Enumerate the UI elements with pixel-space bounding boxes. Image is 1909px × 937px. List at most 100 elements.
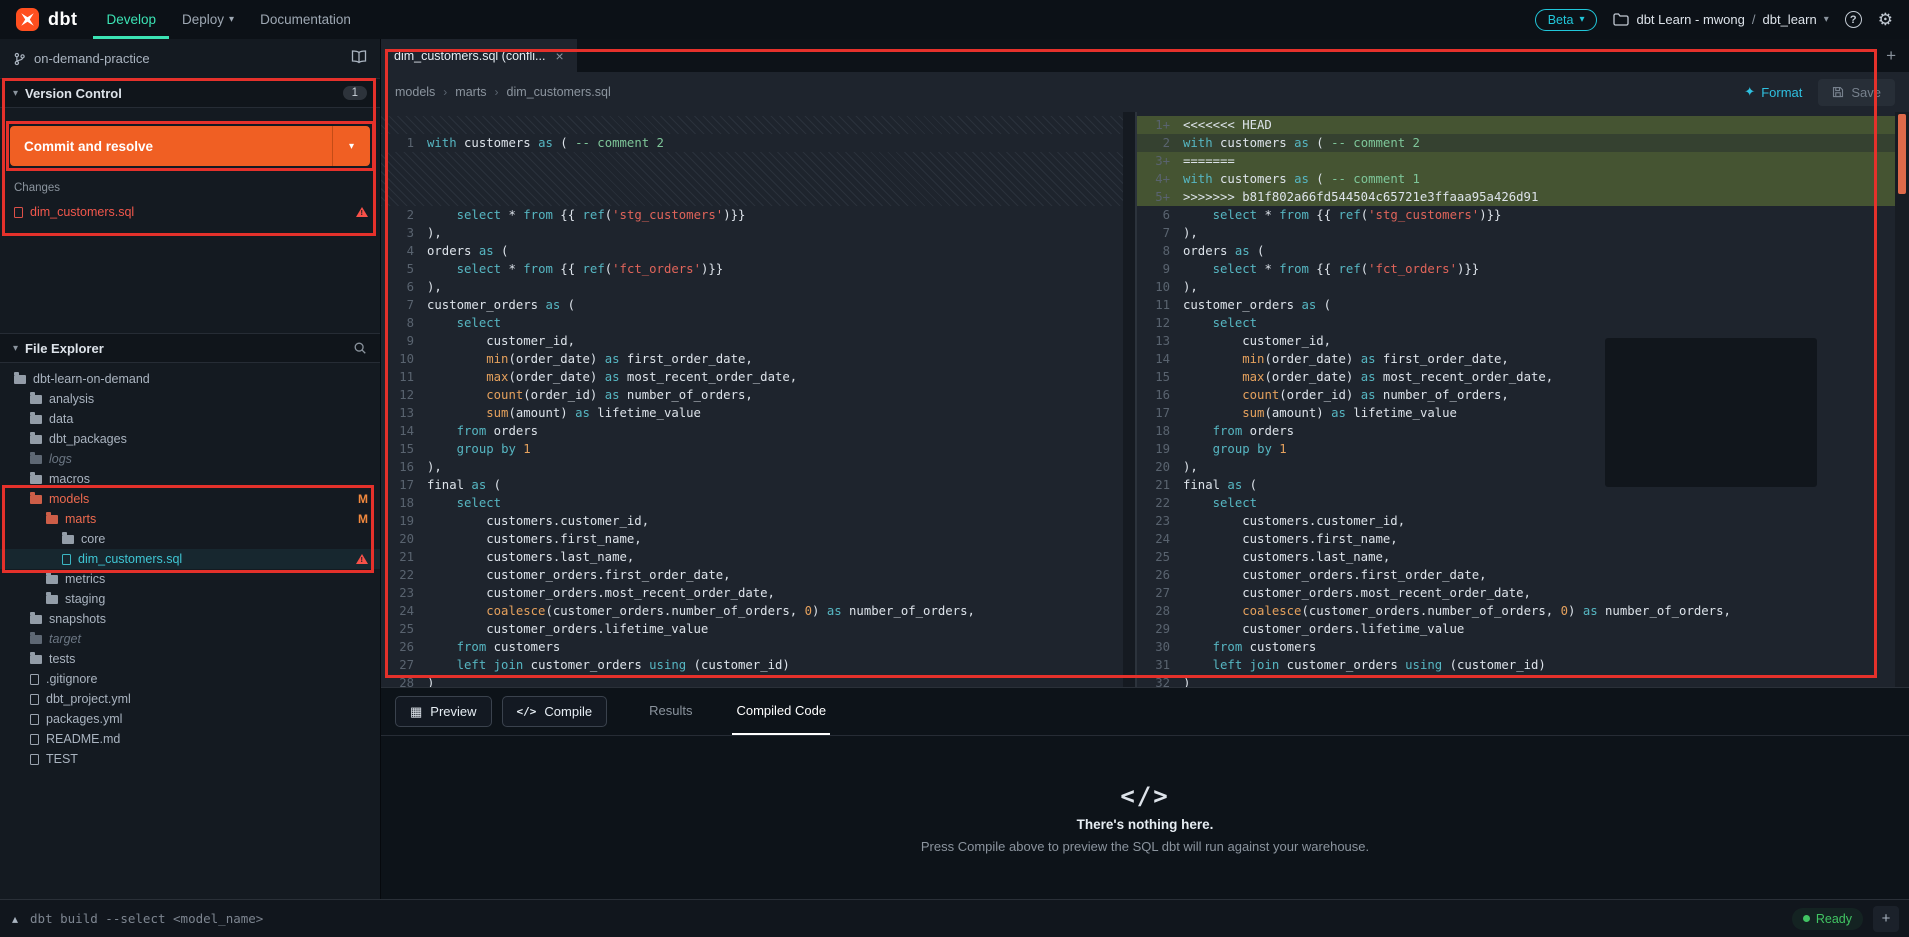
code-line[interactable]: 20), bbox=[1137, 458, 1895, 476]
code-line[interactable]: 3), bbox=[381, 224, 1123, 242]
diff-right-pane[interactable]: 1+ <<<<<<< HEAD 2 with customers as ( -- co… bbox=[1137, 112, 1895, 687]
changed-file-row[interactable]: dim_customers.sql bbox=[0, 201, 380, 223]
code-line[interactable]: 7), bbox=[1137, 224, 1895, 242]
code-line[interactable]: 1 with customers as ( -- comment 2 bbox=[381, 134, 1123, 152]
commit-button-label[interactable]: Commit and resolve bbox=[10, 126, 332, 166]
book-icon[interactable] bbox=[351, 50, 367, 67]
chevron-up-icon[interactable]: ▴ bbox=[12, 912, 18, 926]
code-line[interactable]: 27 left join customer_orders using (cust… bbox=[381, 656, 1123, 674]
code-line[interactable]: 12 count(order_id) as number_of_orders, bbox=[381, 386, 1123, 404]
code-line[interactable]: 21 customers.last_name, bbox=[381, 548, 1123, 566]
code-line[interactable]: 11 max(order_date) as most_recent_order_… bbox=[381, 368, 1123, 386]
code-line[interactable]: 24 customers.first_name, bbox=[1137, 530, 1895, 548]
code-line[interactable]: 15 max(order_date) as most_recent_order_… bbox=[1137, 368, 1895, 386]
code-line[interactable]: 2 select * from {{ ref('stg_customers')}… bbox=[381, 206, 1123, 224]
code-line[interactable]: 29 customer_orders.lifetime_value bbox=[1137, 620, 1895, 638]
code-line[interactable]: 13 customer_id, bbox=[1137, 332, 1895, 350]
code-line[interactable]: 11 customer_orders as ( bbox=[1137, 296, 1895, 314]
dbt-logo[interactable]: dbt bbox=[0, 0, 93, 39]
nav-item-develop[interactable]: Develop bbox=[93, 0, 170, 39]
tree-item-gitignore[interactable]: .gitignore bbox=[0, 669, 380, 689]
nav-item-deploy[interactable]: Deploy ▾ bbox=[169, 0, 247, 39]
code-line[interactable]: 23 customer_orders.most_recent_order_dat… bbox=[381, 584, 1123, 602]
code-line[interactable]: 3+ ======= bbox=[1137, 152, 1895, 170]
format-button[interactable]: ✦ Format bbox=[1744, 84, 1802, 100]
code-line[interactable]: 18 from orders bbox=[1137, 422, 1895, 440]
code-line[interactable]: 4+ with customers as ( -- comment 1 bbox=[1137, 170, 1895, 188]
tree-item-metrics[interactable]: metrics bbox=[0, 569, 380, 589]
code-line[interactable]: 5 select * from {{ ref('fct_orders')}} bbox=[381, 260, 1123, 278]
code-line[interactable]: 10), bbox=[1137, 278, 1895, 296]
code-line[interactable]: 16), bbox=[381, 458, 1123, 476]
tab-compiled-code[interactable]: Compiled Code bbox=[732, 688, 831, 735]
branch-selector[interactable]: on-demand-practice bbox=[0, 39, 380, 78]
tree-item-snapshots[interactable]: snapshots bbox=[0, 609, 380, 629]
code-line[interactable]: 12 select bbox=[1137, 314, 1895, 332]
tree-item-tests[interactable]: tests bbox=[0, 649, 380, 669]
code-line[interactable]: 28) bbox=[381, 674, 1123, 687]
code-line[interactable]: 26 from customers bbox=[381, 638, 1123, 656]
editor-scrollbar[interactable] bbox=[1895, 112, 1909, 687]
preview-button[interactable]: ▦ Preview bbox=[395, 696, 492, 727]
code-line[interactable]: 8 orders as ( bbox=[1137, 242, 1895, 260]
code-line[interactable]: 8 select bbox=[381, 314, 1123, 332]
diff-editor[interactable]: 1 with customers as ( -- comment 2 2 selec… bbox=[381, 112, 1909, 687]
nav-item-documentation[interactable]: Documentation bbox=[247, 0, 364, 39]
compile-button[interactable]: </> Compile bbox=[501, 696, 608, 727]
code-line[interactable]: 24 coalesce(customer_orders.number_of_or… bbox=[381, 602, 1123, 620]
tree-item-macros[interactable]: macros bbox=[0, 469, 380, 489]
tree-item-analysis[interactable]: analysis bbox=[0, 389, 380, 409]
tree-item-test[interactable]: TEST bbox=[0, 749, 380, 769]
code-line[interactable]: 27 customer_orders.most_recent_order_dat… bbox=[1137, 584, 1895, 602]
code-line[interactable]: 1+ <<<<<<< HEAD bbox=[1137, 116, 1895, 134]
code-line[interactable]: 30 from customers bbox=[1137, 638, 1895, 656]
tab-results[interactable]: Results bbox=[645, 688, 696, 735]
tree-item-models[interactable]: models M bbox=[0, 489, 380, 509]
code-line[interactable]: 9 customer_id, bbox=[381, 332, 1123, 350]
code-line[interactable]: 16 count(order_id) as number_of_orders, bbox=[1137, 386, 1895, 404]
tree-item-logs[interactable]: logs bbox=[0, 449, 380, 469]
breadcrumb-item-marts[interactable]: marts bbox=[455, 85, 486, 99]
code-line[interactable]: 2 with customers as ( -- comment 2 bbox=[1137, 134, 1895, 152]
diff-left-pane[interactable]: 1 with customers as ( -- comment 2 2 selec… bbox=[381, 112, 1123, 687]
account-project-selector[interactable]: dbt Learn - mwong / dbt_learn ▾ bbox=[1613, 12, 1829, 27]
save-button[interactable]: Save bbox=[1818, 78, 1895, 106]
code-line[interactable]: 14 min(order_date) as first_order_date, bbox=[1137, 350, 1895, 368]
tree-item-data[interactable]: data bbox=[0, 409, 380, 429]
code-line[interactable]: 4 orders as ( bbox=[381, 242, 1123, 260]
close-icon[interactable]: × bbox=[555, 48, 563, 64]
code-line[interactable]: 10 min(order_date) as first_order_date, bbox=[381, 350, 1123, 368]
tree-item-core[interactable]: core bbox=[0, 529, 380, 549]
code-line[interactable]: 28 coalesce(customer_orders.number_of_or… bbox=[1137, 602, 1895, 620]
commit-dropdown-button[interactable]: ▾ bbox=[332, 126, 370, 166]
code-line[interactable]: 13 sum(amount) as lifetime_value bbox=[381, 404, 1123, 422]
code-line[interactable]: 23 customers.customer_id, bbox=[1137, 512, 1895, 530]
code-line[interactable]: 17 sum(amount) as lifetime_value bbox=[1137, 404, 1895, 422]
tree-item-staging[interactable]: staging bbox=[0, 589, 380, 609]
left-pane-scrollbar[interactable] bbox=[1123, 112, 1135, 687]
file-explorer-header[interactable]: ▾ File Explorer bbox=[0, 333, 380, 363]
breadcrumb-item-models[interactable]: models bbox=[395, 85, 435, 99]
version-control-header[interactable]: ▾ Version Control 1 bbox=[0, 78, 380, 108]
code-line[interactable]: 20 customers.first_name, bbox=[381, 530, 1123, 548]
code-line[interactable]: 9 select * from {{ ref('fct_orders')}} bbox=[1137, 260, 1895, 278]
tree-item-target[interactable]: target bbox=[0, 629, 380, 649]
new-tab-icon[interactable]: + bbox=[1873, 39, 1909, 72]
search-icon[interactable] bbox=[353, 341, 367, 355]
code-line[interactable]: 25 customers.last_name, bbox=[1137, 548, 1895, 566]
gear-icon[interactable]: ⚙ bbox=[1878, 10, 1893, 30]
tree-item-packages-yml[interactable]: packages.yml bbox=[0, 709, 380, 729]
code-line[interactable]: 6), bbox=[381, 278, 1123, 296]
code-line[interactable]: 5+ >>>>>>> b81f802a66fd544504c65721e3ffaa… bbox=[1137, 188, 1895, 206]
tree-item-readme-md[interactable]: README.md bbox=[0, 729, 380, 749]
tree-item-dbt-learn-on-demand[interactable]: dbt-learn-on-demand bbox=[0, 369, 380, 389]
code-line[interactable]: 6 select * from {{ ref('stg_customers')}… bbox=[1137, 206, 1895, 224]
code-line[interactable]: 18 select bbox=[381, 494, 1123, 512]
code-line[interactable]: 22 select bbox=[1137, 494, 1895, 512]
beta-badge[interactable]: Beta ▾ bbox=[1534, 8, 1598, 31]
help-icon[interactable]: ? bbox=[1844, 11, 1862, 28]
command-input[interactable]: dbt build --select <model_name> bbox=[30, 911, 263, 926]
code-line[interactable]: 7 customer_orders as ( bbox=[381, 296, 1123, 314]
code-line[interactable]: 21 final as ( bbox=[1137, 476, 1895, 494]
code-line[interactable]: 19 group by 1 bbox=[1137, 440, 1895, 458]
